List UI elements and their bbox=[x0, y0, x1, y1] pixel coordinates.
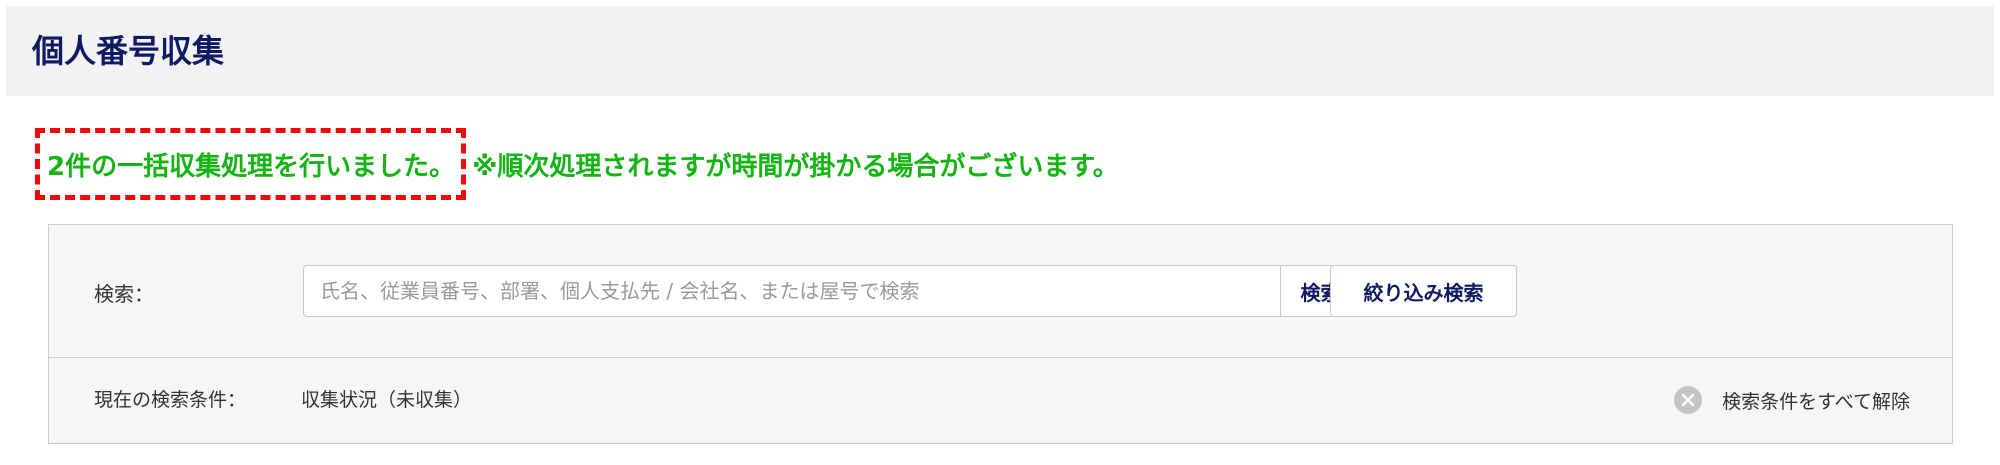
clear-conditions-button[interactable]: 検索条件をすべて解除 bbox=[1674, 382, 1910, 418]
page-title: 個人番号収集 bbox=[32, 32, 225, 70]
message-highlight-text: 2件の一括収集処理を行いました。 bbox=[47, 151, 456, 182]
search-box: 検索 bbox=[303, 265, 1361, 317]
page-header: 個人番号収集 bbox=[6, 6, 1994, 96]
panel-divider bbox=[49, 357, 1952, 358]
current-conditions-label: 現在の検索条件： bbox=[94, 389, 247, 411]
search-label: 検索： bbox=[94, 282, 154, 306]
search-input[interactable] bbox=[304, 266, 1280, 316]
message-note: ※順次処理されますが時間が掛かる場合がございます。 bbox=[472, 151, 1119, 182]
clear-conditions-label: 検索条件をすべて解除 bbox=[1722, 390, 1910, 413]
result-message: 2件の一括収集処理を行いました。 ※順次処理されますが時間が掛かる場合がございま… bbox=[35, 128, 1119, 200]
current-conditions-value: 収集状況（未収集） bbox=[301, 389, 473, 411]
message-highlight: 2件の一括収集処理を行いました。 bbox=[35, 128, 467, 200]
close-circle-icon bbox=[1674, 386, 1703, 414]
filter-search-button[interactable]: 絞り込み検索 bbox=[1330, 265, 1517, 317]
search-panel: 検索： 検索 絞り込み検索 現在の検索条件： 収集状況（未収集） 検索条件をすべ… bbox=[48, 224, 1953, 444]
